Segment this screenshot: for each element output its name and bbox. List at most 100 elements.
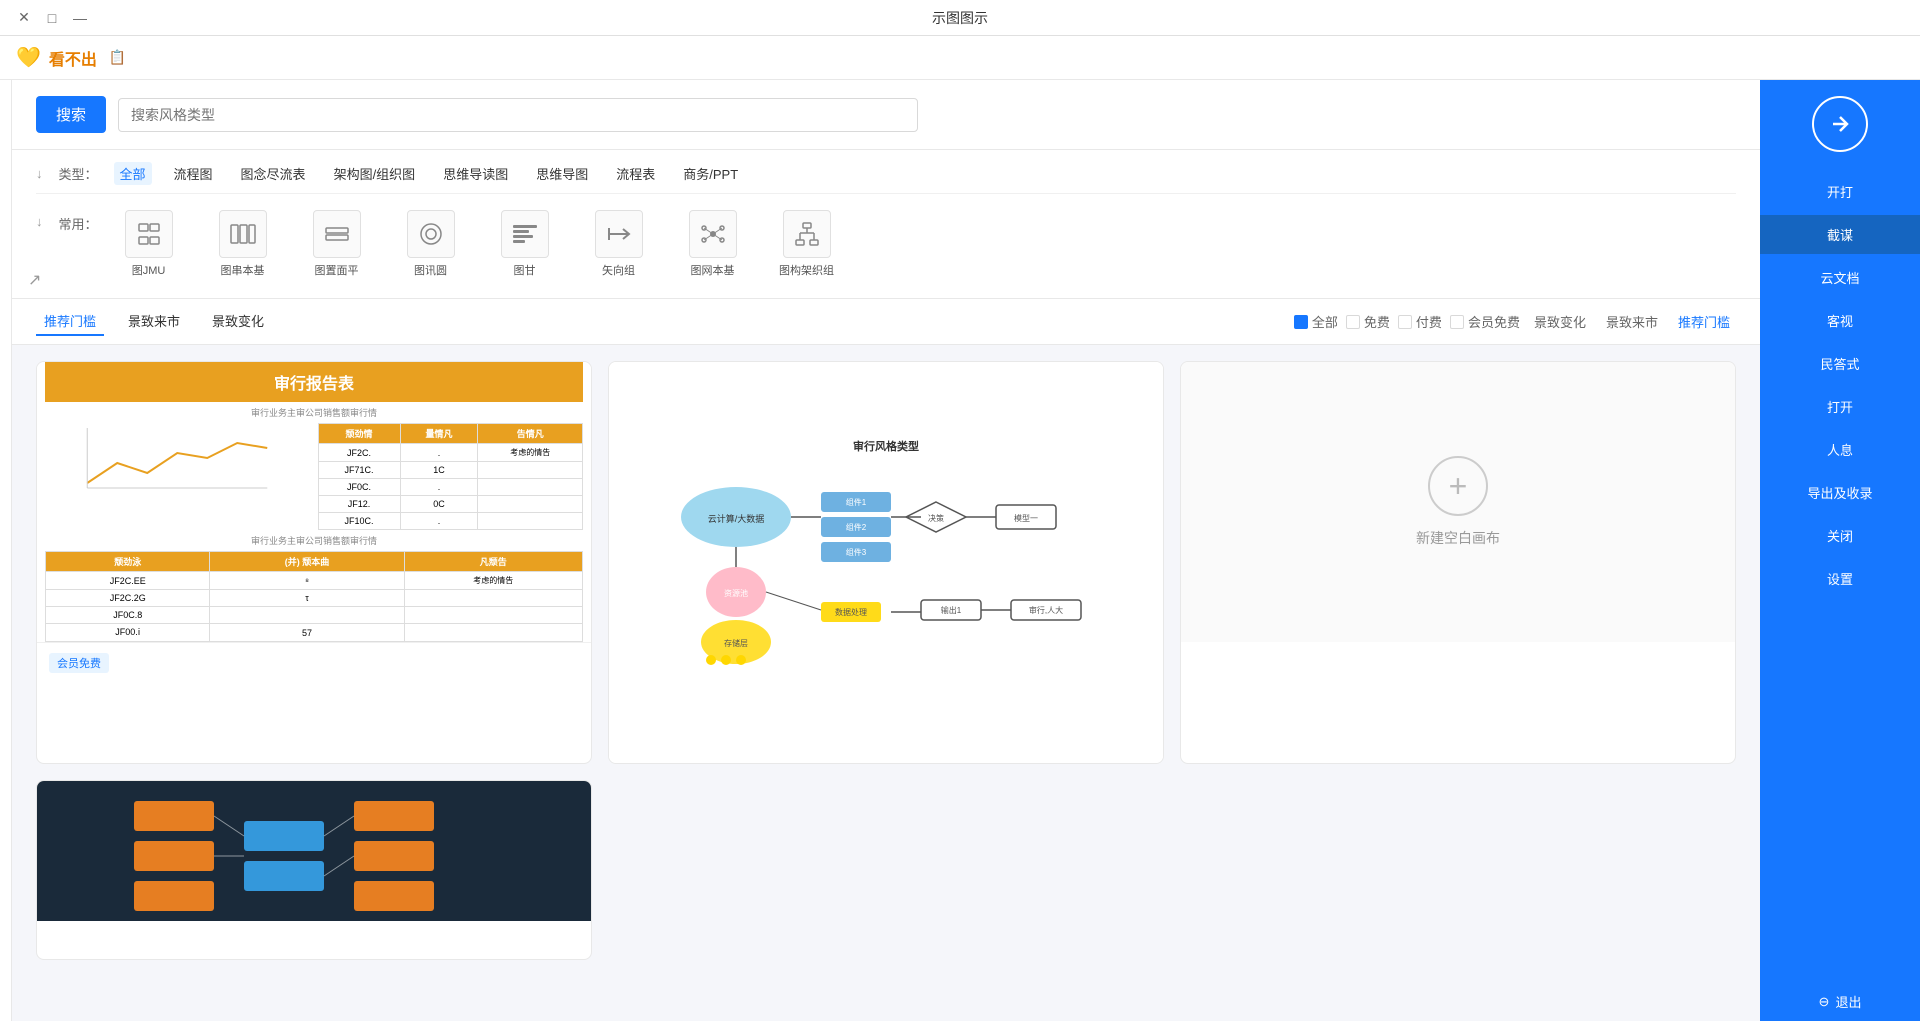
svg-text:资源池: 资源池 (724, 588, 748, 598)
window-controls: ✕ □ — (16, 10, 88, 26)
filter-type-ppt[interactable]: 商务/PPT (677, 162, 744, 185)
filter-type-mindguide[interactable]: 思维导图 (530, 162, 594, 185)
forward-button[interactable] (1812, 96, 1868, 152)
logo-icon: 💛 (16, 45, 41, 70)
tab-landscape[interactable]: 景致来市 (120, 307, 188, 336)
card-footer-annual: 会员免费 (37, 642, 591, 683)
sidebar-item-cloud[interactable]: 云文档 (1760, 258, 1920, 297)
logout-icon: ⊖ (1819, 994, 1830, 1010)
template-card-flow2[interactable] (36, 780, 592, 960)
sidebar-item-info[interactable]: 人息 (1760, 430, 1920, 469)
tab-recommended[interactable]: 推荐门槛 (36, 307, 104, 336)
cat-basic-serial-label: 图串本基 (221, 262, 265, 278)
logo-bar: 💛 看不出 📋 (0, 36, 1920, 80)
template-preview-flow: 审行风格类型 云计算/大数据 组件1 组件2 (609, 362, 1163, 763)
template-grid: 审行报告表 审行业务主审公司销售额审行情 颓劲 (12, 345, 1760, 1021)
filter-type-flowchart[interactable]: 流程图 (168, 162, 219, 185)
template-card-annual[interactable]: 审行报告表 审行业务主审公司销售额审行情 颓劲 (36, 361, 592, 764)
blank-canvas: + 新建空白画布 (1416, 362, 1500, 642)
maximize-icon[interactable]: □ (44, 10, 60, 26)
member-label: 会员免费 (1468, 312, 1520, 331)
cat-basic-serial[interactable]: 图串本基 (208, 210, 278, 278)
logo-text[interactable]: 看不出 (49, 46, 97, 70)
filter-type-all[interactable]: 全部 (114, 162, 152, 185)
svg-text:组件1: 组件1 (846, 497, 867, 507)
cat-arrow-label: 矢向组 (602, 262, 635, 278)
cat-umj-icon (125, 210, 173, 258)
filter-type-flow2[interactable]: 流程表 (610, 162, 661, 185)
sidebar-item-export[interactable]: 导出及收录 (1760, 473, 1920, 512)
cat-org[interactable]: 图构架织组 (772, 210, 842, 278)
svg-text:云计算/大数据: 云计算/大数据 (708, 513, 765, 524)
sort-newest[interactable]: 景致变化 (1528, 310, 1592, 333)
type-filter-row: ↓ 类型： 全部 流程图 图念尽流表 架构图/组织图 思维导读图 思维导图 流程… (36, 162, 1736, 185)
cat-umj[interactable]: 图JMU (114, 210, 184, 278)
cat-flat-layout-label: 图置面平 (315, 262, 359, 278)
member-checkbox[interactable] (1450, 315, 1464, 329)
sidebar-item-screenshot[interactable]: 截谋 (1760, 215, 1920, 254)
filter-type-mindmap[interactable]: 图念尽流表 (235, 162, 312, 185)
cat-network[interactable]: 图网本基 (678, 210, 748, 278)
sidebar-item-preview[interactable]: 客视 (1760, 301, 1920, 340)
filter-free-check[interactable]: 免费 (1346, 312, 1390, 331)
search-input[interactable] (118, 98, 918, 132)
filter-divider (36, 193, 1736, 194)
cat-circular[interactable]: 图讯圆 (396, 210, 466, 278)
svg-text:模型一: 模型一 (1014, 513, 1038, 523)
close-icon[interactable]: ✕ (16, 10, 32, 26)
svg-text:组件3: 组件3 (846, 547, 867, 557)
cat-org-icon (783, 210, 831, 258)
template-preview-annual: 审行报告表 审行业务主审公司销售额审行情 颓劲 (37, 362, 591, 642)
sort-recommended[interactable]: 推荐门槛 (1672, 310, 1736, 333)
sidebar-item-settings[interactable]: 设置 (1760, 559, 1920, 598)
type-collapse-icon[interactable]: ↓ (36, 166, 43, 181)
template-card-blank[interactable]: + 新建空白画布 (1180, 361, 1736, 764)
svg-text:输出1: 输出1 (941, 605, 962, 615)
sort-popular[interactable]: 景致来市 (1600, 310, 1664, 333)
filter-type-mindread[interactable]: 思维导读图 (437, 162, 514, 185)
filter-type-arch[interactable]: 架构图/组织图 (328, 162, 422, 185)
title-bar: ✕ □ — 示图图示 (0, 0, 1920, 36)
tab-change[interactable]: 景致变化 (204, 307, 272, 336)
right-sidebar: 开打 截谋 云文档 客视 民答式 打开 人息 导出及收录 关闭 设置 ⊖ 退出 (1760, 80, 1920, 1021)
tabs-row: 推荐门槛 景致来市 景致变化 全部 免费 付费 会员免费 (12, 299, 1760, 345)
svg-text:组件2: 组件2 (846, 522, 867, 532)
paid-checkbox[interactable] (1398, 315, 1412, 329)
cat-arrow-icon (595, 210, 643, 258)
filter-all-check[interactable]: 全部 (1294, 312, 1338, 331)
logo-sub-icon[interactable]: 📋 (109, 49, 126, 66)
left-sidebar (0, 80, 12, 1021)
svg-text:存储层: 存储层 (724, 638, 748, 648)
sidebar-logout[interactable]: ⊖ 退出 (1760, 982, 1920, 1021)
cat-gantt[interactable]: 图甘 (490, 210, 560, 278)
expand-icon[interactable]: ↗ (28, 270, 41, 290)
paid-label: 付费 (1416, 312, 1442, 331)
sidebar-item-民答式[interactable]: 民答式 (1760, 344, 1920, 383)
use-collapse-icon[interactable]: ↓ (36, 214, 43, 229)
sidebar-item-close[interactable]: 关闭 (1760, 516, 1920, 555)
all-label: 全部 (1312, 312, 1338, 331)
cat-umj-label: 图JMU (132, 262, 166, 278)
cat-network-label: 图网本基 (691, 262, 735, 278)
filter-paid-check[interactable]: 付费 (1398, 312, 1442, 331)
sidebar-item-打开[interactable]: 打开 (1760, 387, 1920, 426)
sidebar-item-open[interactable]: 开打 (1760, 172, 1920, 211)
cat-flat-layout[interactable]: 图置面平 (302, 210, 372, 278)
main-layout: 搜索 ↓ 类型： 全部 流程图 图念尽流表 架构图/组织图 思维导读图 思维导图… (0, 80, 1920, 1021)
template-preview-blank: + 新建空白画布 (1181, 362, 1735, 642)
cat-gantt-icon (501, 210, 549, 258)
free-checkbox[interactable] (1346, 315, 1360, 329)
svg-text:数据处理: 数据处理 (835, 607, 867, 617)
cat-arrow[interactable]: 矢向组 (584, 210, 654, 278)
category-icons: 图JMU 图串本基 图置面平 (114, 202, 842, 286)
template-card-flow[interactable]: 审行风格类型 云计算/大数据 组件1 组件2 (608, 361, 1164, 764)
cat-flat-layout-icon (313, 210, 361, 258)
all-checkbox[interactable] (1294, 315, 1308, 329)
search-button[interactable]: 搜索 (36, 96, 106, 133)
template-preview-flow2 (37, 781, 591, 921)
cat-gantt-label: 图甘 (514, 262, 536, 278)
filter-member-check[interactable]: 会员免费 (1450, 312, 1520, 331)
minimize-icon[interactable]: — (72, 10, 88, 26)
blank-canvas-label: 新建空白画布 (1416, 528, 1500, 548)
blank-plus-icon: + (1428, 456, 1488, 516)
